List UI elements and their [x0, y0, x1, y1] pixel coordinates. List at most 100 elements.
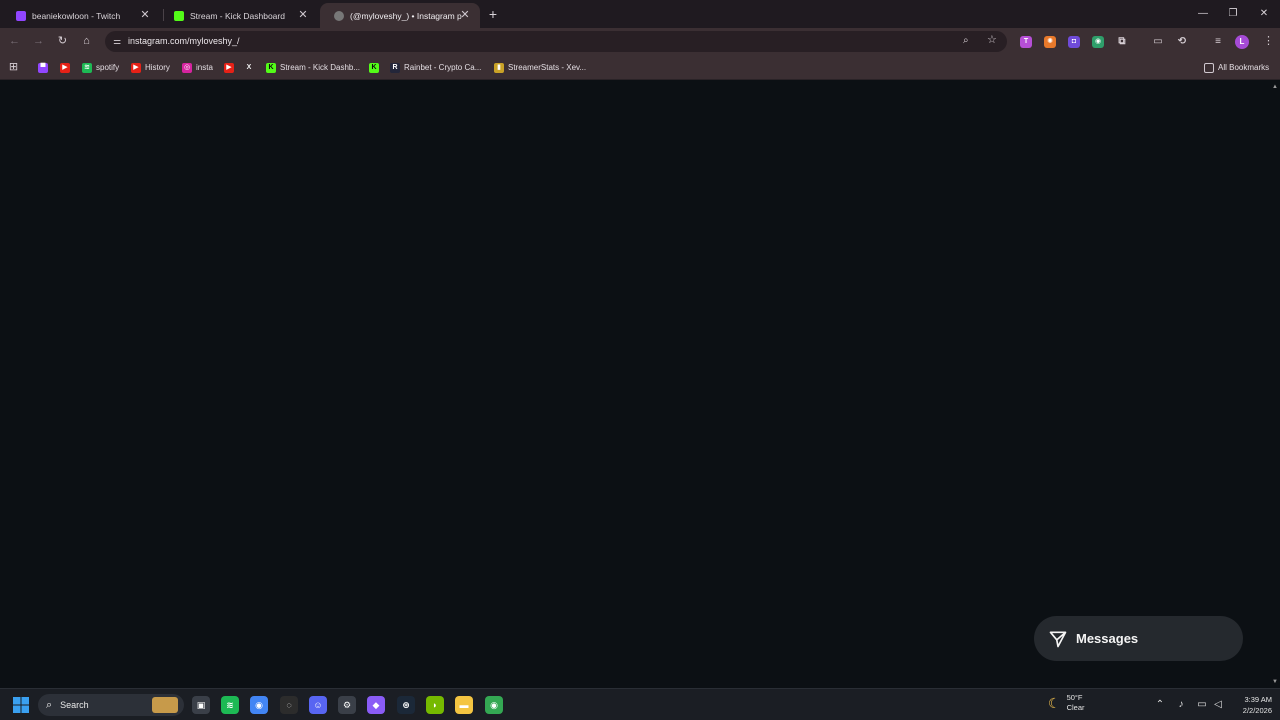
bookmark-label: Rainbet - Crypto Ca... — [404, 63, 482, 72]
bookmark-label: spotify — [96, 63, 120, 72]
page-scrollbar[interactable]: ▲ ▼ — [1270, 81, 1280, 688]
tab-search-icon[interactable]: ⟲ — [1176, 36, 1188, 48]
moon-icon: ☾ — [1048, 694, 1061, 711]
discord-taskbar-icon[interactable]: ☺ — [309, 696, 327, 714]
chrome-profile-taskbar-icon[interactable]: ◉ — [485, 696, 503, 714]
bookmarks-bar: ⊞ ▀ ▶ ≋ spotify ▶ History ◎ insta ▶ X K Stream - Ki… — [0, 55, 1280, 80]
bookmark-item[interactable]: X — [244, 61, 258, 74]
chrome-taskbar-icon[interactable]: ◉ — [250, 696, 268, 714]
extension-purple-icon[interactable]: ◘ — [1068, 36, 1080, 48]
weather-temp: 50°F — [1066, 693, 1083, 702]
volume-icon[interactable]: ◁ — [1211, 698, 1225, 712]
direct-message-icon — [1049, 631, 1067, 647]
weather-condition: Clear — [1066, 703, 1085, 712]
menu-icon[interactable]: ⋮ — [1261, 34, 1276, 49]
bookmark-item[interactable]: ▶ — [60, 61, 74, 74]
site-info-icon[interactable]: ⚌ — [111, 35, 123, 47]
extension-twitch-icon[interactable]: T — [1020, 36, 1032, 48]
file-explorer-task-view-icon[interactable]: ▣ — [192, 696, 210, 714]
settings-taskbar-icon[interactable]: ⚙ — [338, 696, 356, 714]
taskbar-clock[interactable]: 3:39 AM 2/2/2026 — [1226, 694, 1272, 716]
bookmark-label: StreamerStats - Xev... — [508, 63, 587, 72]
microphone-icon[interactable]: ♪ — [1174, 698, 1188, 712]
bookmark-item[interactable]: ≋ spotify — [82, 61, 119, 74]
close-window-button[interactable]: ✕ — [1256, 6, 1272, 22]
messages-label: Messages — [1076, 631, 1139, 646]
kick-icon — [174, 10, 184, 21]
address-bar[interactable]: ⚌ instagram.com/myloveshy_/ ⌕ ☆ — [105, 31, 1007, 52]
bookmark-item[interactable]: ◎ insta — [182, 61, 213, 74]
rainbet-icon: R — [390, 62, 400, 73]
youtube-icon: ▶ — [131, 62, 141, 73]
search-highlight-image — [152, 697, 178, 713]
close-tab-icon[interactable]: ✕ — [458, 8, 472, 22]
url-text[interactable]: instagram.com/myloveshy_/ — [128, 36, 240, 46]
bookmark-label: History — [145, 63, 170, 72]
profile-avatar[interactable]: L — [1235, 35, 1249, 49]
clock-date: 2/2/2026 — [1242, 706, 1272, 715]
all-bookmarks-label: All Bookmarks — [1218, 63, 1270, 72]
bookmark-item[interactable]: K Stream - Kick Dashb... — [266, 61, 360, 74]
obs-taskbar-icon[interactable]: ◌ — [280, 696, 298, 714]
reload-button[interactable]: ↻ — [55, 34, 70, 49]
tab-kick-dashboard[interactable]: Stream - Kick Dashboard ✕ — [160, 3, 318, 28]
apps-grid-icon[interactable]: ⊞ — [6, 60, 21, 75]
extensions-puzzle-icon[interactable]: ⧉ — [1116, 36, 1128, 48]
nvidia-taskbar-icon[interactable]: ◗ — [426, 696, 444, 714]
bookmark-label: insta — [196, 63, 213, 72]
kick-icon: K — [266, 62, 276, 73]
close-tab-icon[interactable]: ✕ — [138, 8, 152, 22]
network-icon[interactable]: ▭ — [1195, 698, 1209, 712]
instagram-page-content — [0, 81, 1270, 688]
close-tab-icon[interactable]: ✕ — [296, 8, 310, 22]
windows-start-icon[interactable] — [13, 697, 29, 713]
bookmark-item[interactable]: ▀ — [38, 61, 52, 74]
bookmark-star-icon[interactable]: ☆ — [987, 34, 999, 47]
instagram-icon: ◎ — [182, 62, 192, 73]
spotify-icon: ≋ — [82, 62, 92, 73]
tab-instagram[interactable]: (@myloveshy_) • Instagram ph ✕ — [320, 3, 480, 28]
bookmark-item[interactable]: ▶ — [224, 61, 238, 74]
extension-orange-icon[interactable]: ✺ — [1044, 36, 1056, 48]
steam-taskbar-icon[interactable]: ⊛ — [397, 696, 415, 714]
bookmark-item[interactable]: R Rainbet - Crypto Ca... — [390, 61, 481, 74]
messages-button[interactable]: Messages — [1034, 616, 1243, 661]
tab-title: (@myloveshy_) • Instagram ph — [350, 10, 462, 21]
tab-strip: beaniekowloon - Twitch ✕ Stream - Kick D… — [0, 0, 1280, 28]
youtube-icon: ▶ — [60, 62, 70, 73]
tray-overflow-chevron-icon[interactable]: ⌃ — [1153, 698, 1167, 712]
game-taskbar-icon[interactable]: ◆ — [367, 696, 385, 714]
all-bookmarks-button[interactable]: All Bookmarks — [1204, 61, 1269, 74]
bookmark-item[interactable]: ▮ StreamerStats - Xev... — [494, 61, 586, 74]
tab-twitch[interactable]: beaniekowloon - Twitch ✕ — [2, 3, 160, 28]
bookmark-item[interactable]: ▶ History — [131, 61, 170, 74]
folder-taskbar-icon[interactable]: ▬ — [455, 696, 473, 714]
weather-widget[interactable]: ☾ 50°F Clear — [1048, 693, 1085, 713]
extension-green-icon[interactable]: ◉ — [1092, 36, 1104, 48]
bookmark-label: Stream - Kick Dashb... — [280, 63, 361, 72]
minimize-button[interactable]: — — [1195, 6, 1211, 22]
folder-icon — [1204, 62, 1214, 73]
restore-button[interactable]: ❐ — [1225, 6, 1241, 22]
zoom-icon[interactable]: ⌕ — [963, 35, 975, 47]
scroll-up-arrow-icon[interactable]: ▲ — [1271, 83, 1279, 91]
tab-title: beaniekowloon - Twitch — [32, 10, 121, 21]
reading-list-icon[interactable]: ≡ — [1212, 36, 1224, 48]
home-button[interactable]: ⌂ — [79, 34, 94, 49]
bookmark-item[interactable]: K — [369, 61, 383, 74]
cast-icon[interactable]: ▭ — [1152, 36, 1164, 48]
taskbar-search[interactable]: ⌕ Search — [38, 694, 184, 716]
youtube-icon: ▶ — [224, 62, 234, 73]
search-label: Search — [60, 700, 89, 710]
back-button[interactable]: ← — [7, 34, 22, 49]
twitch-icon — [16, 10, 26, 21]
tab-title: Stream - Kick Dashboard — [190, 10, 285, 21]
search-icon: ⌕ — [46, 698, 53, 711]
spotify-taskbar-icon[interactable]: ≋ — [221, 696, 239, 714]
chart-icon: ▮ — [494, 62, 504, 73]
twitch-icon: ▀ — [38, 62, 48, 73]
forward-button[interactable]: → — [31, 34, 46, 49]
scroll-down-arrow-icon[interactable]: ▼ — [1271, 678, 1279, 686]
new-tab-button[interactable]: + — [486, 7, 500, 21]
instagram-icon — [334, 10, 344, 21]
